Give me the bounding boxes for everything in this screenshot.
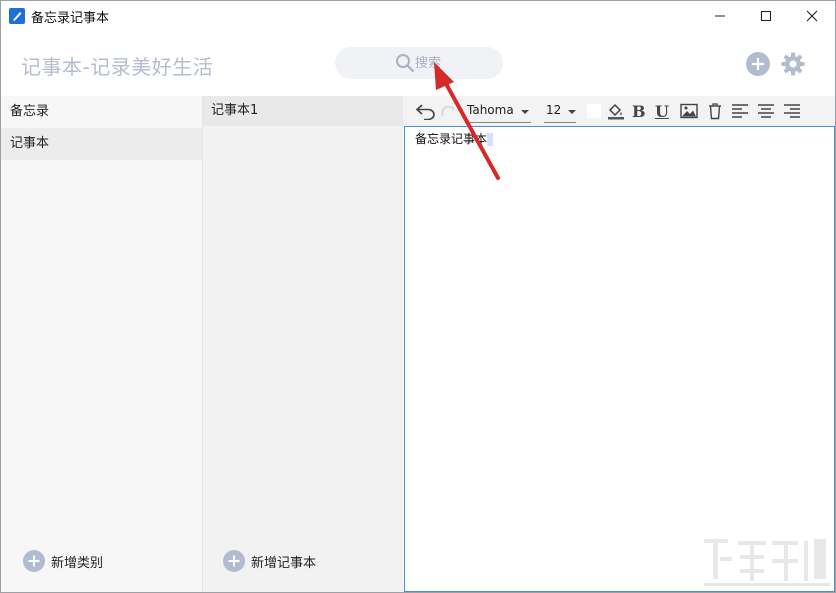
note-item[interactable]: 记事本1 xyxy=(203,96,403,126)
settings-gear-icon[interactable] xyxy=(781,52,805,76)
font-size-value: 12 xyxy=(546,103,562,117)
title-bar: 备忘录记事本 xyxy=(1,1,835,31)
note-list-panel: 记事本1 新增记事本 xyxy=(203,96,403,592)
maximize-icon xyxy=(761,11,771,21)
add-category-label: 新增类别 xyxy=(51,555,104,571)
fill-color-button[interactable] xyxy=(607,102,625,120)
category-panel: 备忘录 记事本 新增类别 xyxy=(1,96,203,592)
bold-button[interactable]: B xyxy=(632,101,646,121)
chevron-down-icon xyxy=(568,110,576,114)
app-header: 记事本-记录美好生活 xyxy=(1,31,835,96)
add-button[interactable] xyxy=(746,52,770,76)
annotation-arrow-icon xyxy=(434,62,500,180)
text-color-swatch[interactable] xyxy=(587,104,601,118)
close-button[interactable] xyxy=(789,1,835,31)
category-heading[interactable]: 备忘录 xyxy=(1,96,202,128)
chevron-down-icon xyxy=(521,110,529,114)
insert-image-button[interactable] xyxy=(680,102,698,120)
category-item-notebook[interactable]: 记事本 xyxy=(1,128,202,160)
delete-button[interactable] xyxy=(707,102,723,120)
underline-button[interactable]: U xyxy=(655,101,669,121)
app-slogan: 记事本-记录美好生活 xyxy=(21,55,214,79)
app-pen-icon xyxy=(9,8,25,24)
font-size-select[interactable]: 12 xyxy=(544,102,576,123)
note-editor[interactable]: 备忘录记事本 xyxy=(404,126,835,592)
app-window: 备忘录记事本 记事本-记录美好生活 搜索 备忘录 记事本 新增类别 记事本1 新… xyxy=(0,0,836,593)
site-watermark-logo-icon xyxy=(704,539,830,586)
align-left-button[interactable] xyxy=(731,102,749,120)
align-right-button[interactable] xyxy=(783,102,801,120)
add-category-button[interactable]: 新增类别 xyxy=(23,550,103,572)
minimize-button[interactable] xyxy=(697,1,743,31)
search-icon xyxy=(396,54,415,73)
add-note-label: 新增记事本 xyxy=(251,555,317,571)
align-left-icon xyxy=(732,104,748,118)
align-right-icon xyxy=(784,104,800,118)
plus-circle-icon xyxy=(23,550,45,572)
paint-bucket-icon xyxy=(608,103,624,120)
minimize-icon xyxy=(715,15,725,17)
plus-circle-icon xyxy=(223,550,245,572)
underline-icon: U xyxy=(655,101,669,121)
add-note-button[interactable]: 新增记事本 xyxy=(223,550,316,572)
bold-icon: B xyxy=(632,101,646,121)
align-center-button[interactable] xyxy=(757,102,775,120)
align-center-icon xyxy=(758,104,774,118)
maximize-button[interactable] xyxy=(743,1,789,31)
trash-icon xyxy=(709,103,721,120)
close-icon xyxy=(806,10,818,22)
window-title: 备忘录记事本 xyxy=(31,11,110,26)
image-icon xyxy=(680,103,698,119)
